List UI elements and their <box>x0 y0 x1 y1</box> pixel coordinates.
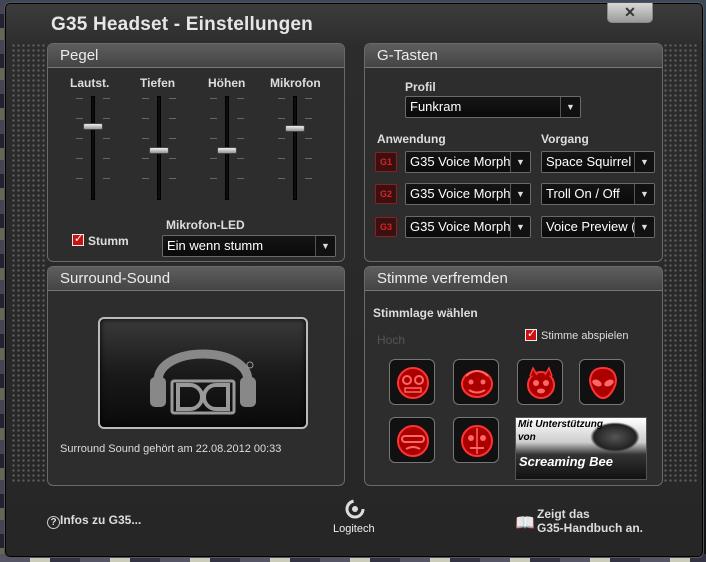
profile-dropdown[interactable]: Funkram ▼ <box>405 96 581 118</box>
manual-line-2: G35-Handbuch an. <box>537 521 644 535</box>
pegel-panel: Pegel Lautst. Tiefen Höhen Mikrofon Stum… <box>47 43 345 262</box>
chevron-down-icon: ▼ <box>560 97 580 117</box>
logitech-logo: Logitech <box>333 497 377 537</box>
screaming-bee-banner[interactable]: Mit Unterstützung von Screaming Bee <box>515 417 647 480</box>
slider-label-bass: Tiefen <box>140 76 176 90</box>
mute-checkbox[interactable] <box>72 232 84 246</box>
chevron-down-icon: ▼ <box>634 152 654 172</box>
g3-application-value: G35 Voice Morph <box>410 219 511 234</box>
g2-action-value: Troll On / Off <box>546 186 620 201</box>
g1-key-icon: G1 <box>375 152 397 172</box>
surround-header: Surround-Sound <box>48 267 344 291</box>
manual-link[interactable]: 📖 Zeigt das G35-Handbuch an. <box>515 507 643 535</box>
sponsor-line-1: Mit Unterstützung <box>518 419 603 430</box>
chevron-down-icon: ▼ <box>315 236 335 256</box>
g1-action-value: Space Squirrel <box>546 154 632 169</box>
squirrel-face-icon <box>527 366 555 399</box>
cyborg-face-icon <box>397 425 429 457</box>
volume-slider-knob[interactable] <box>83 123 103 130</box>
troll-face-icon <box>461 370 493 398</box>
g3-key-icon: G3 <box>375 217 397 237</box>
column-action: Vorgang <box>541 132 589 146</box>
voice-header: Stimme verfremden <box>365 267 662 291</box>
chevron-down-icon: ▼ <box>510 184 530 204</box>
g2-application-value: G35 Voice Morph <box>410 186 511 201</box>
robot-face-icon <box>397 367 429 399</box>
slider-label-treble: Höhen <box>208 76 246 90</box>
help-icon: ? <box>47 516 60 529</box>
g-keys-panel: G-Tasten Profil Funkram ▼ Anwendung Vorg… <box>364 43 663 262</box>
chevron-down-icon: ▼ <box>634 217 654 237</box>
g-keys-header: G-Tasten <box>365 44 662 68</box>
surround-status: Surround Sound gehört am 22.08.2012 00:3… <box>60 443 282 455</box>
chevron-down-icon: ▼ <box>510 217 530 237</box>
logitech-swirl-icon <box>345 499 365 519</box>
mic-led-dropdown[interactable]: Ein wenn stumm ▼ <box>162 235 336 257</box>
chevron-down-icon: ▼ <box>634 184 654 204</box>
voice-preset-troll-button[interactable] <box>453 359 499 405</box>
g3-application-dropdown[interactable]: G35 Voice Morph ▼ <box>405 216 531 238</box>
voice-preset-squirrel-button[interactable] <box>517 359 563 405</box>
treble-slider-knob[interactable] <box>217 147 237 154</box>
play-voice-checkbox[interactable] <box>525 327 537 341</box>
chevron-down-icon: ▼ <box>510 152 530 172</box>
book-icon: 📖 <box>515 515 535 532</box>
logitech-wordmark: Logitech <box>333 523 375 535</box>
window-title: G35 Headset - Einstellungen <box>51 14 313 35</box>
dolby-headphone-button[interactable] <box>98 317 308 429</box>
screaming-bee-logo: Screaming Bee <box>519 454 613 469</box>
mic-led-value: Ein wenn stumm <box>167 238 264 253</box>
manual-line-1: Zeigt das <box>537 507 590 521</box>
g1-application-value: G35 Voice Morph <box>410 154 511 169</box>
dolby-headphone-icon <box>150 349 256 415</box>
voice-preset-robot-button[interactable] <box>389 359 435 405</box>
slider-label-volume: Lautst. <box>70 76 110 90</box>
g3-action-value: Voice Preview ( <box>546 219 636 234</box>
mute-label: Stumm <box>88 234 129 248</box>
voice-panel: Stimme verfremden Stimmlage wählen Hoch … <box>364 266 663 486</box>
g1-action-dropdown[interactable]: Space Squirrel ▼ <box>541 151 655 173</box>
close-button[interactable]: ✕ <box>607 3 653 23</box>
g35-settings-window: G35 Headset - Einstellungen ✕ Pegel Laut… <box>4 2 704 558</box>
pitch-hint: Hoch <box>377 333 406 347</box>
bass-slider-knob[interactable] <box>149 147 169 154</box>
mic-led-label: Mikrofon-LED <box>166 218 245 232</box>
speaker-grille-right <box>663 43 697 483</box>
profile-value: Funkram <box>410 99 462 114</box>
info-link[interactable]: ? Infos zu G35... <box>47 513 141 529</box>
column-application: Anwendung <box>377 132 446 146</box>
g2-application-dropdown[interactable]: G35 Voice Morph ▼ <box>405 183 531 205</box>
g1-application-dropdown[interactable]: G35 Voice Morph ▼ <box>405 151 531 173</box>
volume-slider[interactable] <box>76 96 110 200</box>
voice-preset-mask-button[interactable] <box>453 417 499 463</box>
voice-preset-alien-button[interactable] <box>579 359 625 405</box>
treble-slider[interactable] <box>210 96 244 200</box>
surround-panel: Surround-Sound Surround Sound gehört am … <box>47 266 345 486</box>
mask-face-icon <box>461 425 493 457</box>
bass-slider[interactable] <box>142 96 176 200</box>
sponsor-line-2: von <box>518 432 536 443</box>
mic-slider-knob[interactable] <box>285 125 305 132</box>
g3-action-dropdown[interactable]: Voice Preview ( ▼ <box>541 216 655 238</box>
pegel-header: Pegel <box>48 44 344 68</box>
info-link-label: Infos zu G35... <box>60 513 142 527</box>
slider-label-mic: Mikrofon <box>270 76 321 90</box>
pick-voice-label: Stimmlage wählen <box>373 306 478 320</box>
alien-face-icon <box>589 366 617 400</box>
g2-key-icon: G2 <box>375 184 397 204</box>
g2-action-dropdown[interactable]: Troll On / Off ▼ <box>541 183 655 205</box>
play-voice-label: Stimme abspielen <box>541 330 629 342</box>
mic-slider[interactable] <box>278 96 312 200</box>
speaker-grille-left <box>11 43 45 483</box>
voice-preset-cyborg-button[interactable] <box>389 417 435 463</box>
profile-label: Profil <box>405 80 436 94</box>
